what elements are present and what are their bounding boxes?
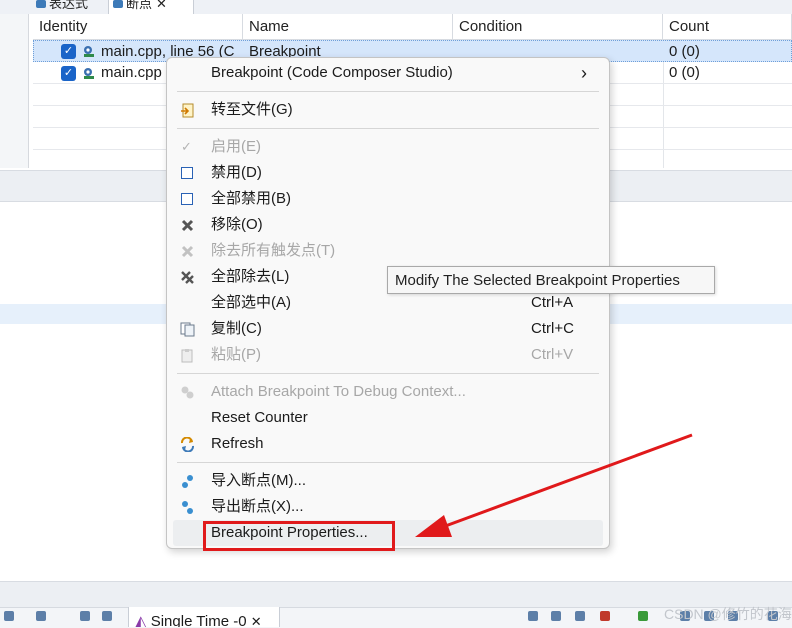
left-gutter bbox=[0, 14, 29, 168]
breakpoint-icon bbox=[84, 68, 94, 79]
expressions-icon bbox=[36, 0, 46, 8]
column-header-count[interactable]: Count bbox=[663, 14, 792, 40]
breakpoint-icon bbox=[84, 46, 94, 57]
close-icon[interactable]: ✕ bbox=[156, 0, 167, 11]
menu-separator bbox=[177, 373, 599, 374]
remove-all-icon bbox=[181, 271, 194, 284]
attach-context-icon bbox=[181, 386, 194, 399]
menu-item-breakpoint-submenu[interactable]: Breakpoint (Code Composer Studio) › bbox=[167, 60, 609, 86]
count-cell: 0 (0) bbox=[669, 43, 700, 60]
count-cell: 0 (0) bbox=[669, 64, 700, 81]
column-header-identity[interactable]: Identity bbox=[33, 14, 243, 40]
remove-triggers-icon bbox=[181, 245, 194, 258]
toolbar-icon[interactable] bbox=[36, 611, 46, 621]
column-header-condition[interactable]: Condition bbox=[453, 14, 663, 40]
close-icon[interactable]: ✕ bbox=[251, 614, 262, 627]
menu-item-enable: ✓ 启用(E) bbox=[167, 134, 609, 160]
tab-breakpoints[interactable]: 断点 ✕ bbox=[108, 0, 194, 14]
graph-icon: ◭ bbox=[135, 613, 147, 627]
menu-item-disable-all[interactable]: 全部禁用(B) bbox=[167, 186, 609, 212]
enabled-checkbox[interactable]: ✓ bbox=[61, 44, 76, 59]
export-breakpoints-icon bbox=[182, 501, 193, 514]
submenu-arrow-icon: › bbox=[581, 63, 587, 83]
annotation-arrow bbox=[415, 433, 693, 537]
menu-item-remove-triggers: 除去所有触发点(T) bbox=[167, 238, 609, 264]
paste-icon bbox=[181, 349, 193, 363]
menu-item-copy[interactable]: 复制(C) Ctrl+C bbox=[167, 316, 609, 342]
goto-file-icon bbox=[181, 103, 194, 118]
toolbar-icon[interactable] bbox=[4, 611, 14, 621]
breakpoints-icon bbox=[113, 0, 123, 8]
disable-all-icon bbox=[181, 193, 193, 205]
import-breakpoints-icon bbox=[182, 475, 193, 488]
remove-icon bbox=[181, 219, 194, 232]
copy-icon bbox=[180, 322, 195, 337]
menu-item-paste: 粘贴(P) Ctrl+V bbox=[167, 342, 609, 368]
minimize-icon[interactable] bbox=[80, 611, 90, 621]
enabled-checkbox[interactable]: ✓ bbox=[61, 66, 76, 81]
annotation-highlight-box bbox=[203, 521, 395, 551]
toolbar-icon[interactable] bbox=[638, 611, 648, 621]
toolbar-icon[interactable] bbox=[575, 611, 585, 621]
watermark: CSDN @修竹的花海 bbox=[664, 606, 792, 622]
maximize-icon[interactable] bbox=[102, 611, 112, 621]
tab-single-time[interactable]: ◭ Single Time -0 ✕ bbox=[128, 607, 280, 627]
refresh-icon bbox=[181, 437, 194, 452]
tooltip: Modify The Selected Breakpoint Propertie… bbox=[387, 266, 715, 294]
menu-separator bbox=[177, 91, 599, 92]
menu-separator bbox=[177, 128, 599, 129]
menu-item-goto-file[interactable]: 转至文件(G) bbox=[167, 97, 609, 123]
menu-item-attach-context: Attach Breakpoint To Debug Context... bbox=[167, 379, 609, 405]
toolbar-icon[interactable] bbox=[528, 611, 538, 621]
menu-item-remove[interactable]: 移除(O) bbox=[167, 212, 609, 238]
disable-icon bbox=[181, 167, 193, 179]
toolbar-icon[interactable] bbox=[551, 611, 561, 621]
identity-cell: main.cpp bbox=[101, 64, 162, 81]
toolbar-icon[interactable] bbox=[600, 611, 610, 621]
tab-expressions[interactable]: 表达式 bbox=[32, 0, 112, 14]
check-icon: ✓ bbox=[181, 139, 192, 154]
column-header-name[interactable]: Name bbox=[243, 14, 453, 40]
menu-item-disable[interactable]: 禁用(D) bbox=[167, 160, 609, 186]
